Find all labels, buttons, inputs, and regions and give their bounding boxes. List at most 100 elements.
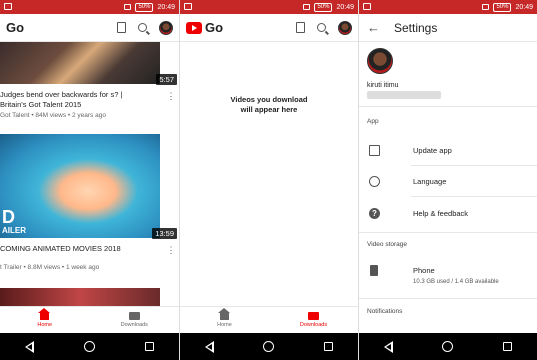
help-icon: ? (369, 208, 380, 219)
empty-message-line1: Videos you download (230, 95, 308, 104)
thumbnail-overlay-text: D AILER (2, 208, 26, 235)
row-divider (411, 165, 537, 166)
home-button-icon[interactable] (263, 341, 275, 352)
globe-icon (369, 176, 380, 187)
system-nav-bar (0, 333, 179, 360)
system-nav-bar (359, 333, 537, 360)
recents-icon[interactable] (324, 342, 334, 351)
user-email-redacted (367, 91, 441, 99)
vibrate-icon (303, 4, 311, 10)
logo-text: Go (6, 20, 25, 35)
home-screen: 50% 20:49 Go 5:57 Judges bend over backw… (0, 0, 179, 360)
account-avatar[interactable] (338, 20, 352, 35)
status-bar: 50% 20:49 (359, 0, 537, 14)
settings-app-bar: ← Settings (359, 14, 537, 42)
vibrate-icon (124, 4, 132, 10)
bottom-nav: Home Downloads (180, 306, 358, 333)
thumbnail-text-small: AILER (2, 226, 26, 235)
downloads-icon[interactable] (117, 22, 126, 33)
thumbnail-text-big: D (2, 207, 15, 227)
status-bar: 50% 20:49 (0, 0, 179, 14)
update-app-label: Update app (413, 146, 452, 155)
section-header-notifications: Notifications (367, 308, 403, 315)
status-time: 20:49 (515, 3, 533, 11)
notification-icon (363, 3, 371, 10)
home-icon (218, 307, 230, 320)
home-button-icon[interactable] (442, 341, 454, 352)
help-feedback-label: Help & feedback (413, 209, 469, 218)
downloads-icon[interactable] (296, 22, 305, 33)
video-thumbnail[interactable] (0, 288, 160, 306)
video-duration: 5:57 (156, 74, 177, 85)
folder-icon (128, 312, 140, 320)
divider (359, 106, 537, 107)
user-name: kiruti itimu (367, 82, 399, 89)
language-label: Language (413, 177, 447, 186)
nav-downloads-label: Downloads (299, 322, 328, 328)
app-logo: Go (6, 20, 24, 35)
status-time: 20:49 (336, 3, 354, 11)
app-logo: Go (186, 20, 223, 35)
empty-downloads-message: Videos you download will appear here (180, 95, 358, 115)
row-divider (411, 196, 537, 197)
nav-downloads-label: Downloads (120, 322, 148, 328)
empty-message-line2: will appear here (240, 105, 298, 114)
youtube-play-icon (186, 21, 202, 34)
section-header-app: App (367, 118, 379, 125)
more-options-icon[interactable]: ⋮ (166, 246, 176, 255)
nav-home[interactable]: Home (0, 307, 90, 333)
nav-home-label: Home (217, 321, 232, 328)
nav-downloads[interactable]: Downloads (90, 307, 180, 333)
back-icon[interactable] (25, 340, 34, 353)
video-meta: t Trailer • 8.8M views • 1 week ago (0, 264, 100, 271)
help-feedback-row[interactable]: ? Help & feedback (359, 199, 537, 229)
search-icon[interactable] (317, 23, 326, 32)
phone-storage-info: 10.3 GB used / 1.4 GB available (413, 279, 499, 285)
nav-downloads[interactable]: Downloads (269, 307, 358, 333)
recents-icon[interactable] (145, 342, 154, 351)
home-button-icon[interactable] (84, 341, 95, 352)
divider (359, 232, 537, 233)
update-app-row[interactable]: Update app (359, 136, 537, 166)
more-options-icon[interactable]: ⋮ (166, 92, 176, 101)
app-bar: Go (180, 14, 358, 42)
battery-indicator: 50% (135, 2, 154, 12)
phone-label: Phone (413, 266, 435, 275)
vibrate-icon (482, 4, 490, 10)
search-icon[interactable] (138, 23, 147, 32)
logo-text: Go (205, 20, 224, 35)
status-bar: 50% 20:49 (180, 0, 358, 14)
folder-icon (308, 312, 319, 320)
nav-home-label: Home (37, 321, 53, 328)
notification-icon (4, 3, 12, 10)
video-meta: Got Talent • 84M views • 2 years ago (0, 112, 106, 119)
page-title: Settings (394, 20, 438, 35)
settings-screen: 50% 20:49 ← Settings kiruti itimu App Up… (358, 0, 537, 360)
video-duration: 13:59 (152, 228, 177, 239)
video-title[interactable]: COMING ANIMATED MOVIES 2018 (0, 244, 150, 254)
account-avatar[interactable] (159, 20, 173, 35)
recents-icon[interactable] (503, 342, 513, 351)
phone-icon (370, 265, 378, 276)
video-thumbnail[interactable] (0, 42, 160, 84)
back-icon[interactable] (383, 340, 393, 353)
nav-home[interactable]: Home (180, 307, 269, 333)
divider (359, 298, 537, 299)
profile-avatar (367, 48, 393, 74)
battery-indicator: 50% (314, 2, 333, 12)
update-icon (369, 145, 380, 156)
home-icon (38, 307, 51, 320)
video-feed: 5:57 Judges bend over backwards for s? |… (0, 42, 179, 306)
video-title[interactable]: Judges bend over backwards for s? | Brit… (0, 90, 150, 110)
battery-indicator: 50% (493, 2, 512, 12)
status-time: 20:49 (157, 3, 175, 11)
section-header-storage: Video storage (367, 241, 407, 248)
system-nav-bar (180, 333, 358, 360)
back-arrow-icon[interactable]: ← (367, 20, 380, 35)
language-row[interactable]: Language (359, 167, 537, 197)
notification-icon (184, 3, 192, 10)
app-bar: Go (0, 14, 179, 42)
back-icon[interactable] (204, 340, 214, 353)
bottom-nav: Home Downloads (0, 306, 179, 333)
downloads-screen: 50% 20:49 Go Videos you download will ap… (179, 0, 358, 360)
